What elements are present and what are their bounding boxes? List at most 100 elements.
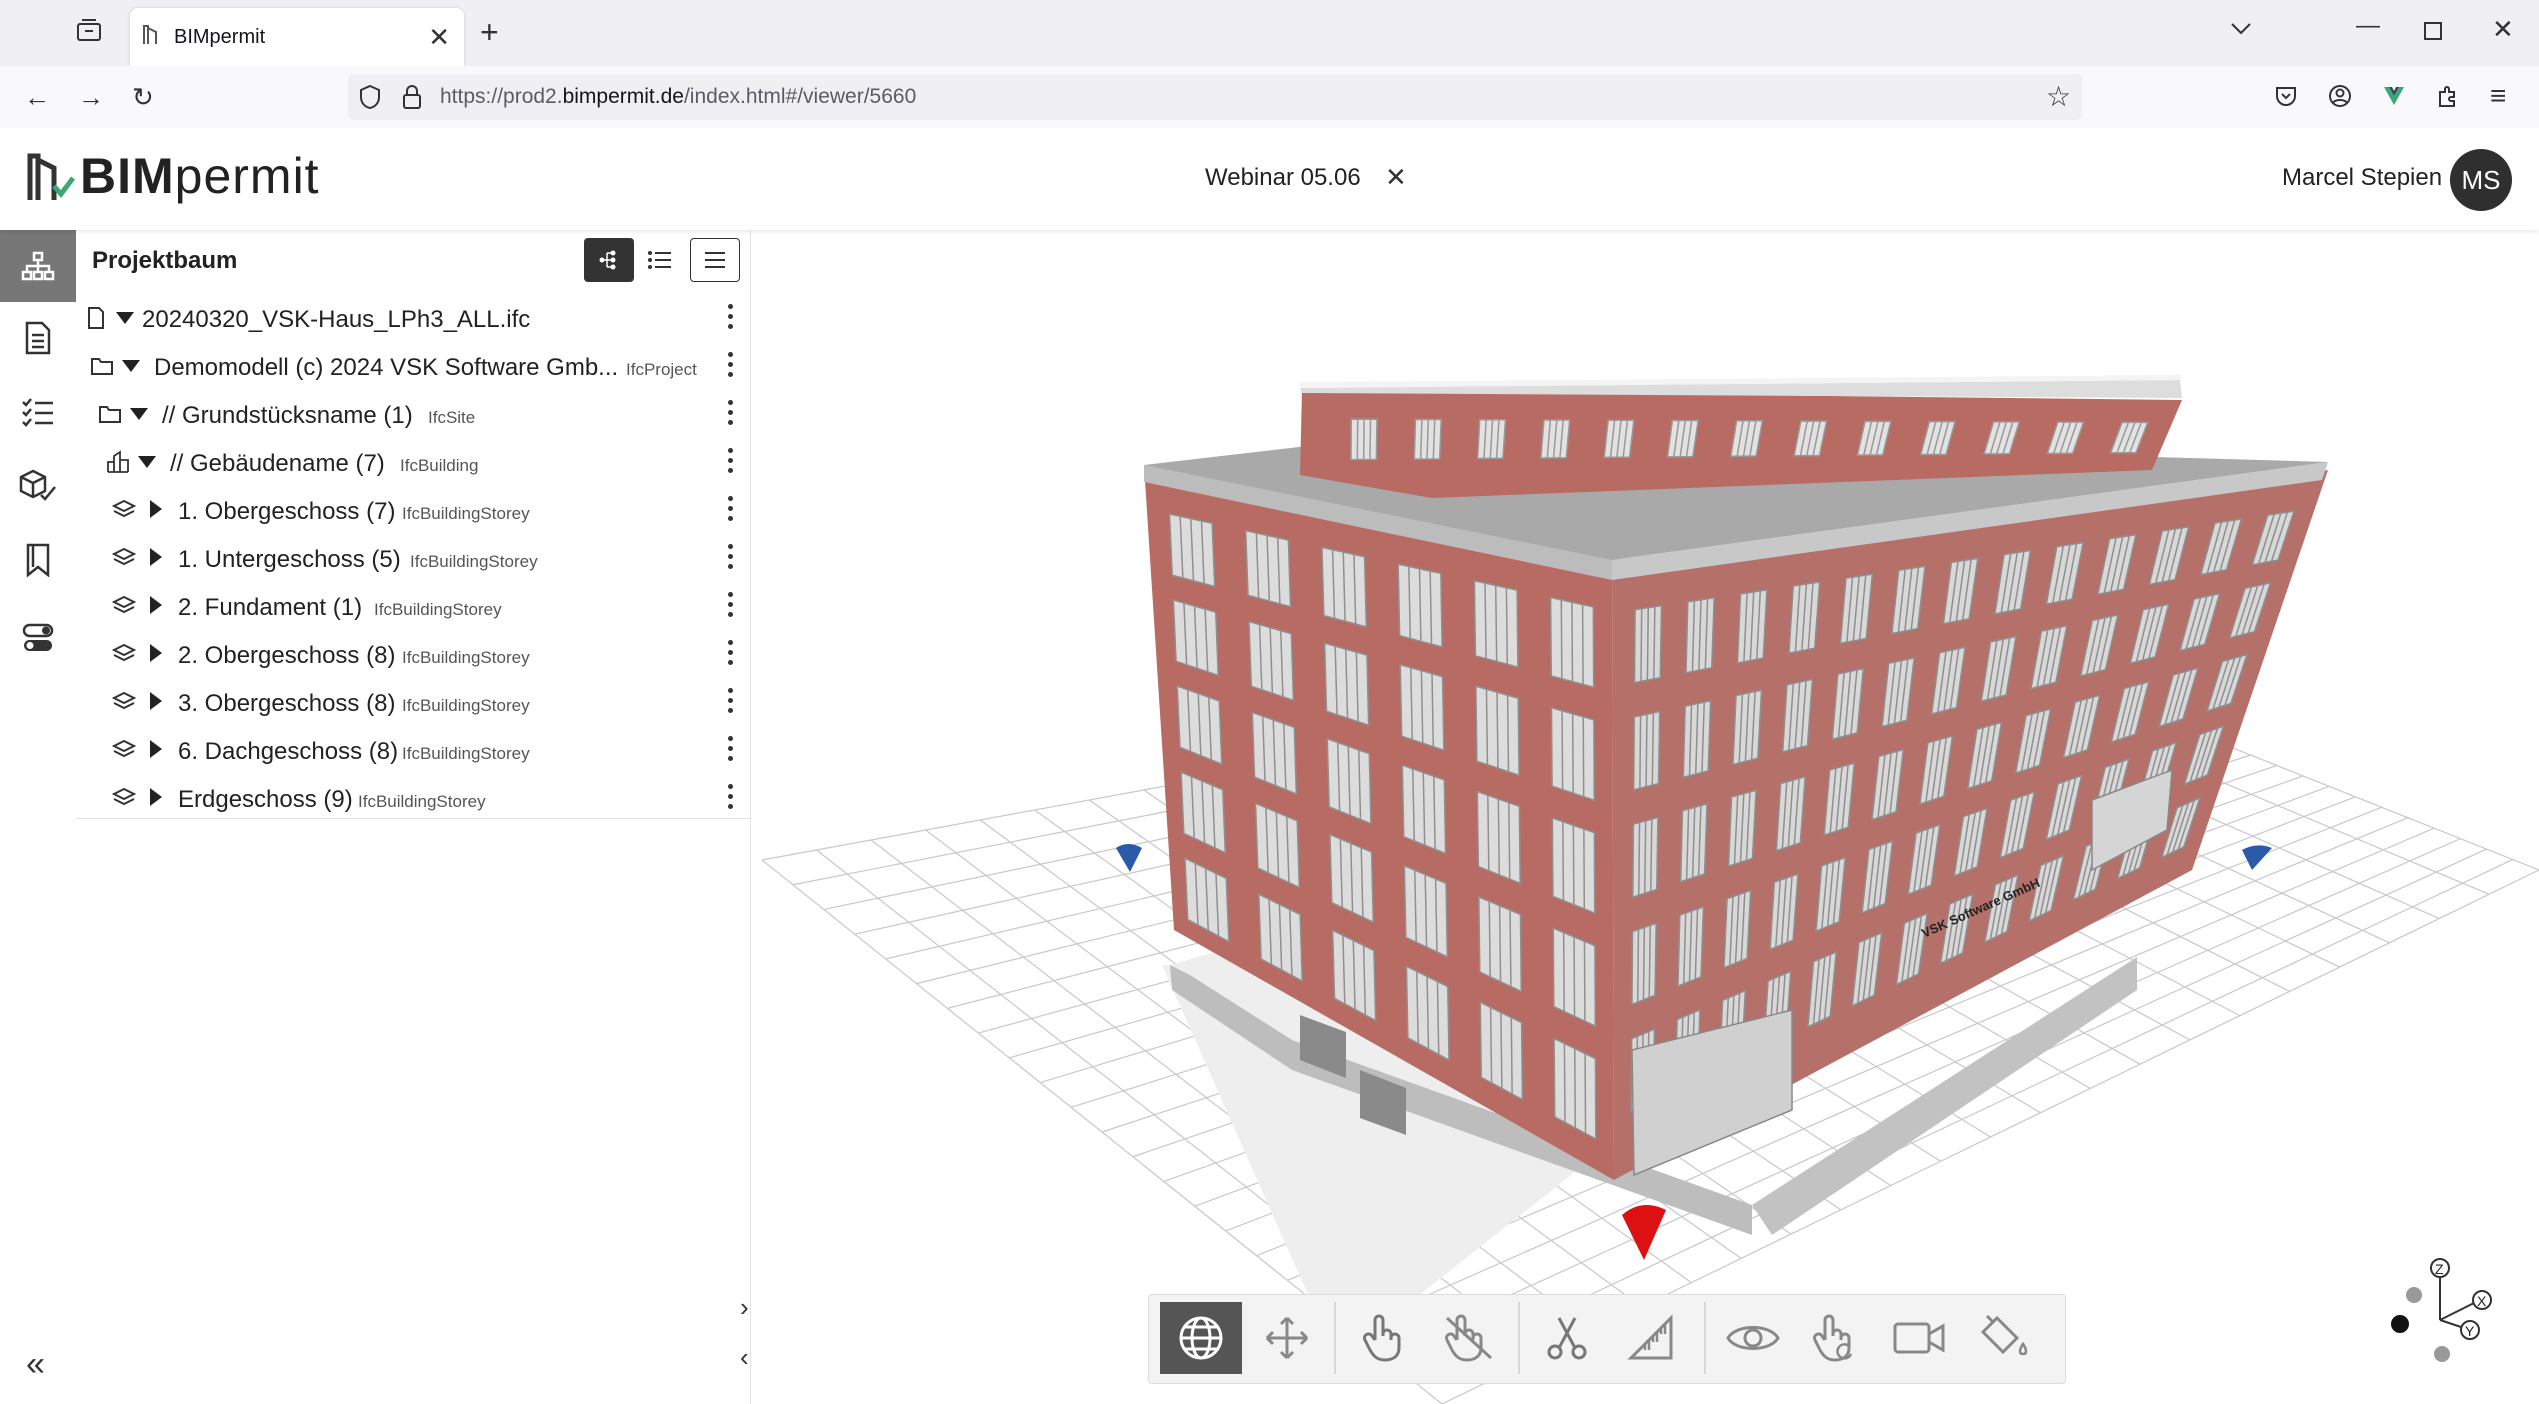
row-menu-icon[interactable] <box>728 496 734 524</box>
measure-button[interactable] <box>1610 1302 1692 1374</box>
tree-row-site[interactable]: // Grundstücksname (1) IfcSite <box>76 390 748 438</box>
pan-button[interactable] <box>1246 1302 1328 1374</box>
expand-caret-icon[interactable] <box>150 644 162 662</box>
window-close-icon[interactable]: ✕ <box>2492 14 2514 45</box>
lock-icon[interactable] <box>402 84 422 110</box>
user-name[interactable]: Marcel Stepien <box>2282 164 2442 192</box>
pocket-icon[interactable] <box>2274 84 2298 108</box>
list-view-button[interactable] <box>634 238 684 282</box>
bookmark-star-icon[interactable]: ☆ <box>2046 80 2071 113</box>
tree-row-storey[interactable]: 1. Obergeschoss (7) IfcBuildingStorey <box>76 486 748 534</box>
expand-caret-icon[interactable] <box>150 596 162 614</box>
row-menu-icon[interactable] <box>728 544 734 572</box>
tab-list-icon[interactable] <box>76 18 102 42</box>
row-menu-icon[interactable] <box>728 352 734 380</box>
shield-icon[interactable] <box>358 84 382 110</box>
list-view-icon <box>648 251 671 269</box>
extensions-icon[interactable] <box>2436 84 2460 108</box>
browser-tab[interactable]: BIMpermit ✕ <box>130 8 464 66</box>
app-logo[interactable]: BIMpermit <box>80 147 320 205</box>
tree-row-file[interactable]: 20240320_VSK-Haus_LPh3_ALL.ifc <box>76 294 748 342</box>
maximize-icon[interactable] <box>2424 22 2442 40</box>
sidebar-item-bookmarks[interactable] <box>0 524 76 596</box>
toolbar-separator <box>1518 1302 1520 1374</box>
tree-row-type: IfcBuildingStorey <box>374 600 502 619</box>
collapse-sidebar-icon[interactable]: « <box>26 1345 45 1384</box>
row-menu-icon[interactable] <box>728 592 734 620</box>
reset-selection-button[interactable] <box>1796 1302 1878 1374</box>
row-menu-icon[interactable] <box>728 448 734 476</box>
scissors-icon <box>1547 1317 1587 1360</box>
collapse-panel-icon[interactable]: ‹ <box>740 1342 766 1372</box>
panel-menu-button[interactable] <box>690 238 740 282</box>
account-icon[interactable] <box>2328 84 2352 108</box>
reset-camera-button[interactable] <box>1880 1302 1962 1374</box>
new-tab-icon[interactable]: + <box>480 14 499 51</box>
reload-icon[interactable]: ↻ <box>132 82 154 113</box>
sidebar-item-documents[interactable] <box>0 302 76 374</box>
tree-row-storey[interactable]: Erdgeschoss (9) IfcBuildingStorey <box>76 774 748 822</box>
menu-icon[interactable]: ≡ <box>2490 80 2506 112</box>
tree-row-storey[interactable]: 1. Untergeschoss (5) IfcBuildingStorey <box>76 534 748 582</box>
tree-row-type: IfcBuildingStorey <box>402 648 530 667</box>
row-menu-icon[interactable] <box>728 688 734 716</box>
3d-model-canvas[interactable]: VSK Software GmbH <box>752 230 2539 1404</box>
tree-row-type: IfcBuildingStorey <box>402 696 530 715</box>
vue-devtools-icon[interactable] <box>2382 84 2406 108</box>
list-all-tabs-icon[interactable] <box>2230 22 2252 36</box>
tree-row-storey[interactable]: 2. Fundament (1) IfcBuildingStorey <box>76 582 748 630</box>
hand-pointer-icon <box>1363 1314 1401 1362</box>
expand-caret-icon[interactable] <box>150 692 162 710</box>
reset-colors-button[interactable] <box>1964 1302 2046 1374</box>
3d-viewer[interactable]: VSK Software GmbH <box>752 230 2539 1404</box>
blue-marker-cone <box>1116 844 1142 872</box>
layers-icon <box>112 739 136 758</box>
ruler-icon <box>1627 1314 1673 1360</box>
tree-row-storey[interactable]: 3. Obergeschoss (8) IfcBuildingStorey <box>76 678 748 726</box>
hide-select-button[interactable] <box>1428 1302 1510 1374</box>
url-text[interactable]: https://prod2.bimpermit.de/index.html#/v… <box>440 85 916 109</box>
expand-caret-icon[interactable] <box>150 548 162 566</box>
tree-row-storey[interactable]: 2. Obergeschoss (8) IfcBuildingStorey <box>76 630 748 678</box>
close-project-icon[interactable]: ✕ <box>1385 162 1407 193</box>
row-menu-icon[interactable] <box>728 640 734 668</box>
file-icon <box>88 307 104 329</box>
back-icon[interactable]: ← <box>24 82 50 113</box>
globe-icon <box>1179 1316 1223 1360</box>
row-menu-icon[interactable] <box>728 304 734 332</box>
tree-row-project[interactable]: Demomodell (c) 2024 VSK Software Gmb... … <box>76 342 748 390</box>
expand-caret-icon[interactable] <box>150 500 162 518</box>
folder-icon <box>99 406 121 423</box>
select-button[interactable] <box>1342 1302 1424 1374</box>
row-menu-icon[interactable] <box>728 736 734 764</box>
sidebar-item-settings[interactable] <box>0 602 76 674</box>
collapse-caret-icon[interactable] <box>130 408 148 420</box>
minimize-icon[interactable]: — <box>2356 12 2380 40</box>
sidebar-item-model-check[interactable] <box>0 450 76 522</box>
collapse-caret-icon[interactable] <box>138 456 156 468</box>
axis-gizmo[interactable]: Z X Y <box>2390 1250 2500 1370</box>
visibility-button[interactable] <box>1712 1302 1794 1374</box>
sidebar-item-project-tree[interactable] <box>0 230 76 302</box>
section-cut-button[interactable] <box>1526 1302 1608 1374</box>
collapse-caret-icon[interactable] <box>116 312 134 324</box>
tree-row-building[interactable]: // Gebäudename (7) IfcBuilding <box>76 438 748 486</box>
avatar[interactable]: MS <box>2450 149 2512 211</box>
tree-row-label: Erdgeschoss (9) <box>178 786 353 813</box>
row-menu-icon[interactable] <box>728 784 734 812</box>
expand-caret-icon[interactable] <box>150 740 162 758</box>
folder-icon <box>91 358 113 375</box>
forward-icon[interactable]: → <box>78 82 104 113</box>
hamburger-icon <box>705 252 725 268</box>
row-menu-icon[interactable] <box>728 400 734 428</box>
collapse-caret-icon[interactable] <box>122 360 140 372</box>
expand-panel-icon[interactable]: › <box>740 1292 766 1322</box>
tree-row-label: Demomodell (c) 2024 VSK Software Gmb... <box>154 354 619 381</box>
expand-caret-icon[interactable] <box>150 788 162 806</box>
tree-view-button[interactable] <box>584 238 634 282</box>
tree-row-storey[interactable]: 6. Dachgeschoss (8) IfcBuildingStorey <box>76 726 748 774</box>
tab-close-icon[interactable]: ✕ <box>428 22 450 53</box>
orbit-button[interactable] <box>1160 1302 1242 1374</box>
sidebar-item-checklist[interactable] <box>0 376 76 448</box>
layers-icon <box>112 643 136 662</box>
